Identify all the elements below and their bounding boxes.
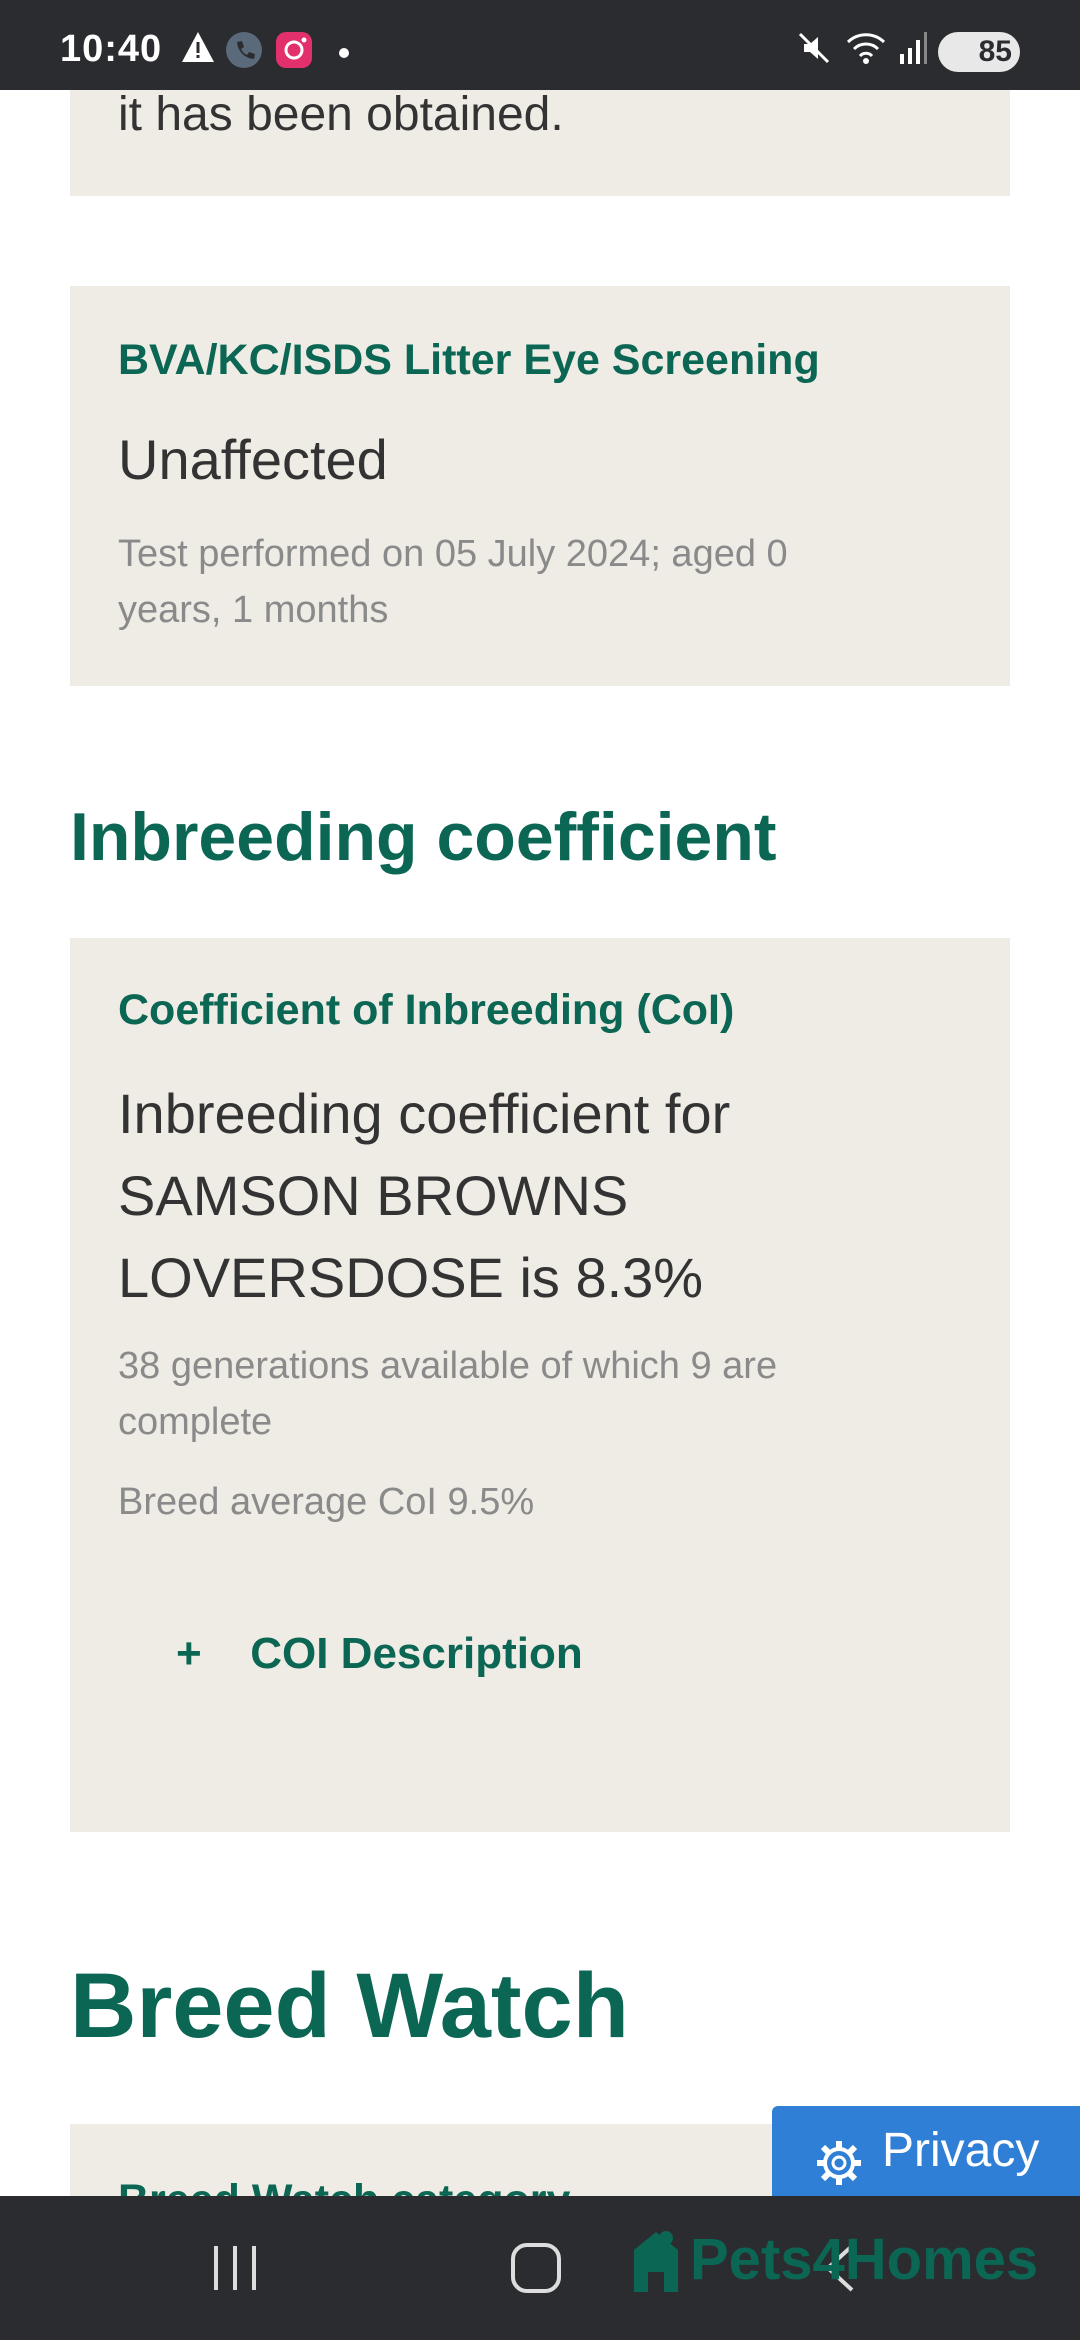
breed-watch-heading: Breed Watch bbox=[70, 1955, 629, 2057]
coi-title: Coefficient of Inbreeding (CoI) bbox=[118, 986, 735, 1034]
top-card: it has been obtained. bbox=[70, 90, 1010, 196]
dot-icon bbox=[338, 46, 350, 64]
plus-icon: + bbox=[176, 1629, 202, 1678]
privacy-label: Privacy bbox=[882, 2124, 1040, 2177]
coi-value-line1: Inbreeding coefficient for bbox=[118, 1082, 731, 1145]
eye-screening-card: BVA/KC/ISDS Litter Eye Screening Unaffec… bbox=[70, 286, 1010, 686]
signal-icon bbox=[898, 30, 928, 71]
breed-watch-card-title: Breed Watch category bbox=[118, 2176, 570, 2196]
coi-description-expander[interactable]: + COI Description bbox=[176, 1624, 583, 1684]
status-time: 10:40 bbox=[60, 28, 163, 70]
coi-card: Coefficient of Inbreeding (CoI) Inbreedi… bbox=[70, 938, 1010, 1832]
wifi-icon bbox=[846, 30, 886, 71]
eye-screening-result: Unaffected bbox=[118, 428, 388, 491]
phone-icon bbox=[224, 30, 264, 75]
coi-value-line2: SAMSON BROWNS bbox=[118, 1164, 629, 1227]
alert-triangle-icon bbox=[180, 30, 216, 69]
instagram-icon bbox=[274, 30, 314, 75]
system-nav-bar: Pets4Homes bbox=[0, 2196, 1080, 2340]
battery-icon: 85 bbox=[938, 32, 1020, 72]
eye-screening-title: BVA/KC/ISDS Litter Eye Screening bbox=[118, 336, 820, 384]
pets4homes-logo-text: Pets4Homes bbox=[690, 2227, 1039, 2292]
eye-screening-note-line1: Test performed on 05 July 2024; aged 0 bbox=[118, 533, 788, 575]
coi-breed-average: Breed average CoI 9.5% bbox=[118, 1481, 535, 1523]
status-bar: 10:40 85 bbox=[0, 0, 1080, 90]
privacy-button[interactable]: Privacy bbox=[772, 2106, 1080, 2196]
inbreeding-heading: Inbreeding coefficient bbox=[70, 799, 777, 875]
pets4homes-logo-icon bbox=[626, 2226, 686, 2301]
coi-generations-line1: 38 generations available of which 9 are bbox=[118, 1345, 778, 1387]
coi-generations-line2: complete bbox=[118, 1401, 273, 1443]
top-card-text: it has been obtained. bbox=[118, 88, 564, 141]
coi-value-line3: LOVERSDOSE is 8.3% bbox=[118, 1246, 704, 1309]
recent-apps-icon[interactable] bbox=[210, 2244, 260, 2297]
battery-level: 85 bbox=[978, 35, 1012, 68]
home-icon[interactable] bbox=[510, 2242, 562, 2299]
eye-screening-note-line2: years, 1 months bbox=[118, 589, 389, 631]
mute-icon bbox=[796, 30, 832, 71]
coi-description-label: COI Description bbox=[250, 1629, 583, 1678]
